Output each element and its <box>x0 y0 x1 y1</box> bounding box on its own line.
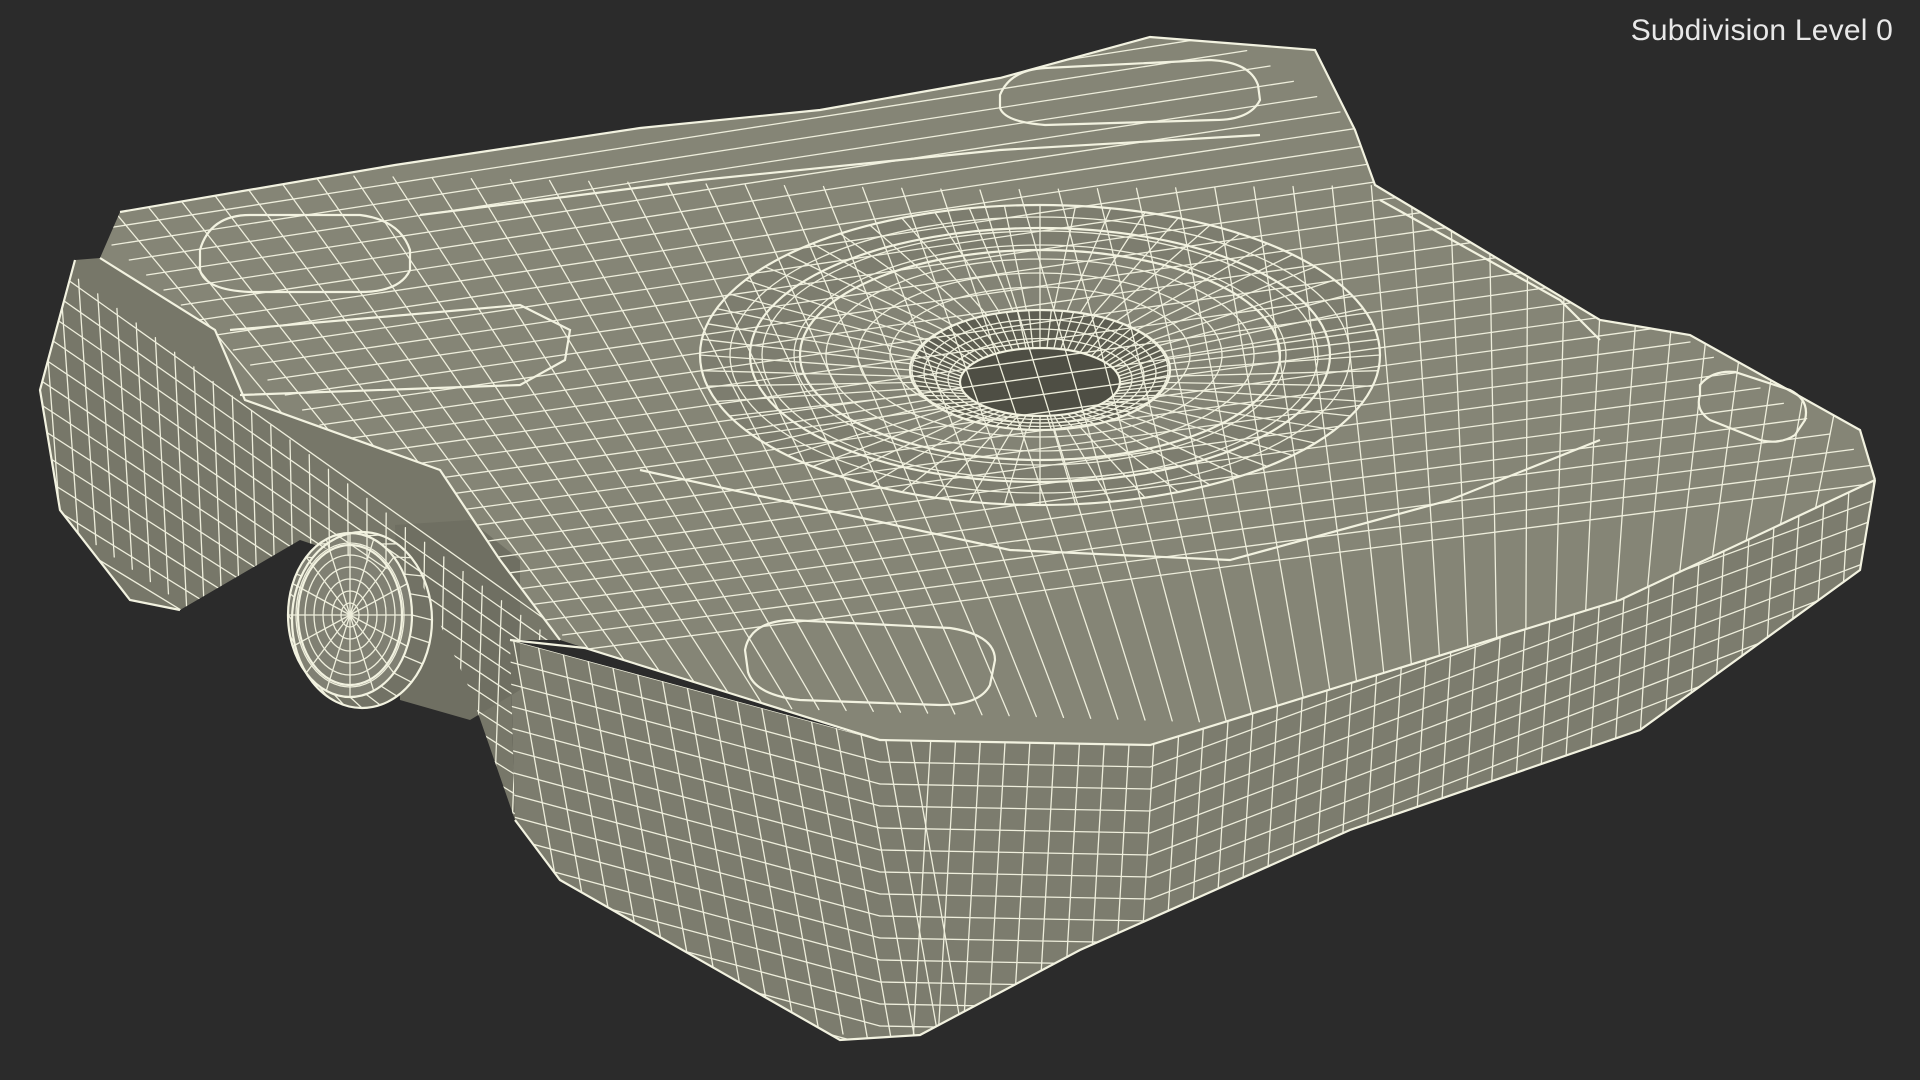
wireframe-model <box>38 35 1877 1042</box>
render-viewport: Subdivision Level 0 <box>0 0 1920 1080</box>
subdivision-level-label: Subdivision Level 0 <box>1630 14 1893 47</box>
